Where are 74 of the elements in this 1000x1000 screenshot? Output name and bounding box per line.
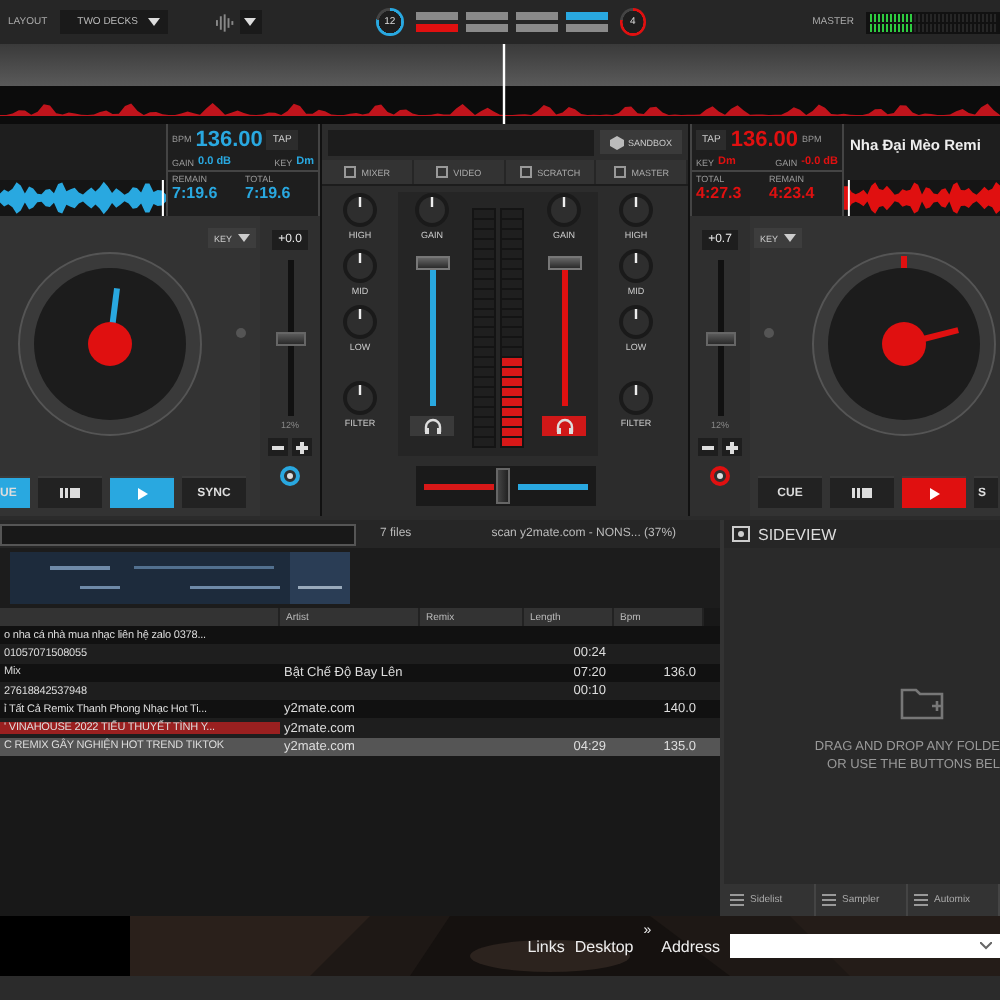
playhead-line xyxy=(502,44,506,124)
search-field[interactable] xyxy=(0,523,356,545)
pause-button[interactable] xyxy=(830,476,894,508)
tab-icon xyxy=(519,166,532,178)
total-time: 7:19.6 xyxy=(245,183,293,202)
knob[interactable] xyxy=(342,304,378,340)
tab-icon xyxy=(343,166,356,178)
remain-time: 4:23.4 xyxy=(769,183,817,202)
list-icon xyxy=(730,894,744,906)
deck-pad[interactable] xyxy=(515,12,558,20)
cube-icon xyxy=(609,135,624,149)
play-button[interactable] xyxy=(902,476,966,508)
knob[interactable] xyxy=(618,192,654,228)
knob[interactable] xyxy=(618,380,654,416)
knob[interactable] xyxy=(546,192,582,228)
ring-icon[interactable] xyxy=(710,466,730,486)
headphone-button[interactable] xyxy=(410,416,454,436)
total-time: 4:27.3 xyxy=(696,183,744,202)
minus-icon xyxy=(702,445,714,449)
pause-icon xyxy=(852,488,872,498)
waveform-icon[interactable] xyxy=(216,13,236,31)
knob[interactable] xyxy=(618,248,654,284)
address-field[interactable] xyxy=(730,934,1000,958)
play-button[interactable] xyxy=(110,476,174,508)
headphone-icon xyxy=(423,418,441,434)
minus-icon xyxy=(272,445,284,449)
sideview-icon xyxy=(732,526,750,542)
deck-pad[interactable] xyxy=(565,12,608,20)
desktop-toolbar[interactable]: Desktop xyxy=(574,937,634,955)
play-icon xyxy=(137,487,147,499)
tab-icon xyxy=(613,166,626,178)
waveform-overview[interactable] xyxy=(0,44,1000,124)
knob[interactable] xyxy=(414,192,450,228)
bpm-value: 136.00 xyxy=(195,127,263,152)
plus-icon xyxy=(296,441,308,453)
play-icon xyxy=(929,487,939,499)
folder-add-icon xyxy=(900,684,944,720)
caret-icon xyxy=(784,233,797,243)
deck-pad[interactable] xyxy=(415,24,458,32)
pitch-down-button[interactable] xyxy=(268,438,288,456)
knob[interactable] xyxy=(342,192,378,228)
list-icon xyxy=(914,894,928,906)
plus-icon xyxy=(726,441,738,453)
deck-pad[interactable] xyxy=(465,12,508,20)
bpm-value: 136.00 xyxy=(730,127,799,152)
sideview-title: SIDEVIEW xyxy=(758,525,837,543)
knob[interactable] xyxy=(342,248,378,284)
turntable-platter[interactable] xyxy=(18,252,202,436)
turntable-platter[interactable] xyxy=(812,252,996,436)
dropdown-button[interactable] xyxy=(239,10,263,34)
caret-icon xyxy=(148,17,161,27)
pause-button[interactable] xyxy=(38,476,102,508)
caret-icon xyxy=(244,17,257,27)
chevron-down-icon xyxy=(980,942,992,950)
deck-pad[interactable] xyxy=(465,24,508,32)
list-icon xyxy=(822,894,836,906)
pitch-down-button[interactable] xyxy=(698,438,718,456)
deck-pad[interactable] xyxy=(415,12,458,20)
address-label: Address xyxy=(661,937,720,955)
deck-pad[interactable] xyxy=(565,24,608,32)
crossfader[interactable] xyxy=(415,466,595,506)
pitch-up-button[interactable] xyxy=(292,438,312,456)
deck-pad[interactable] xyxy=(515,24,558,32)
headphone-button[interactable] xyxy=(542,416,586,436)
pause-icon xyxy=(60,488,80,498)
links-toolbar[interactable]: Links xyxy=(527,937,565,955)
knob[interactable] xyxy=(618,304,654,340)
tab-icon xyxy=(435,166,448,178)
ring-icon[interactable] xyxy=(280,466,300,486)
caret-icon xyxy=(238,233,250,243)
headphone-icon xyxy=(555,418,573,434)
knob[interactable] xyxy=(342,380,378,416)
remain-time: 7:19.6 xyxy=(172,183,220,202)
pitch-up-button[interactable] xyxy=(722,438,742,456)
